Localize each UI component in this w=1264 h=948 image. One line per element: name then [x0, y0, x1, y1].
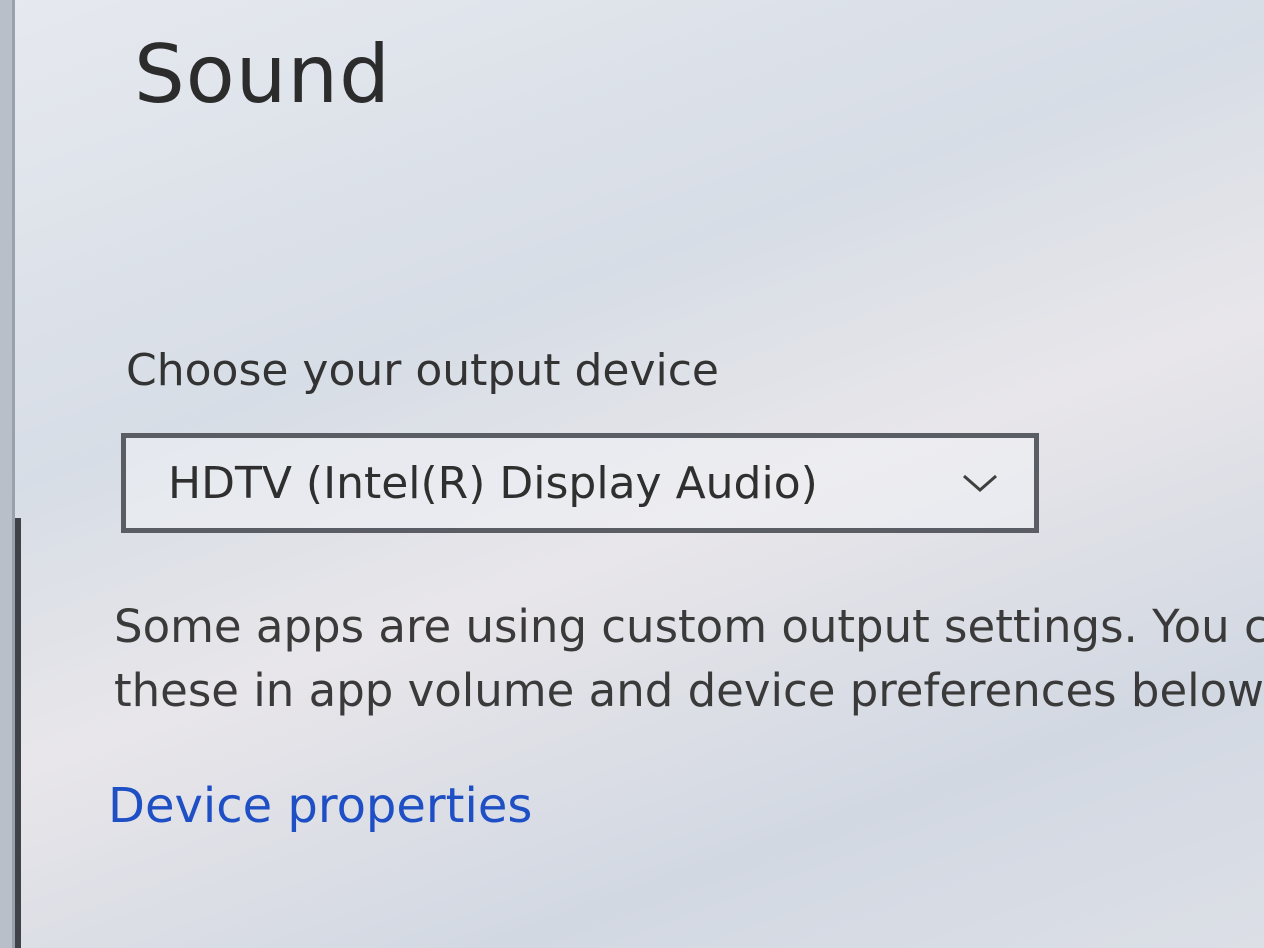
- device-properties-link[interactable]: Device properties: [108, 778, 532, 834]
- help-text-line-1: Some apps are using custom output settin…: [114, 600, 1264, 653]
- window-left-edge: [0, 0, 15, 948]
- page-title: Sound: [134, 28, 391, 121]
- output-device-label: Choose your output device: [126, 345, 719, 396]
- scroll-indicator: [15, 518, 21, 948]
- custom-output-settings-note: Some apps are using custom output settin…: [114, 595, 1264, 723]
- selected-output-device: HDTV (Intel(R) Display Audio): [168, 457, 818, 509]
- help-text-line-2: these in app volume and device preferenc…: [114, 664, 1264, 717]
- chevron-down-icon: [963, 474, 997, 492]
- output-device-dropdown[interactable]: HDTV (Intel(R) Display Audio): [121, 433, 1039, 533]
